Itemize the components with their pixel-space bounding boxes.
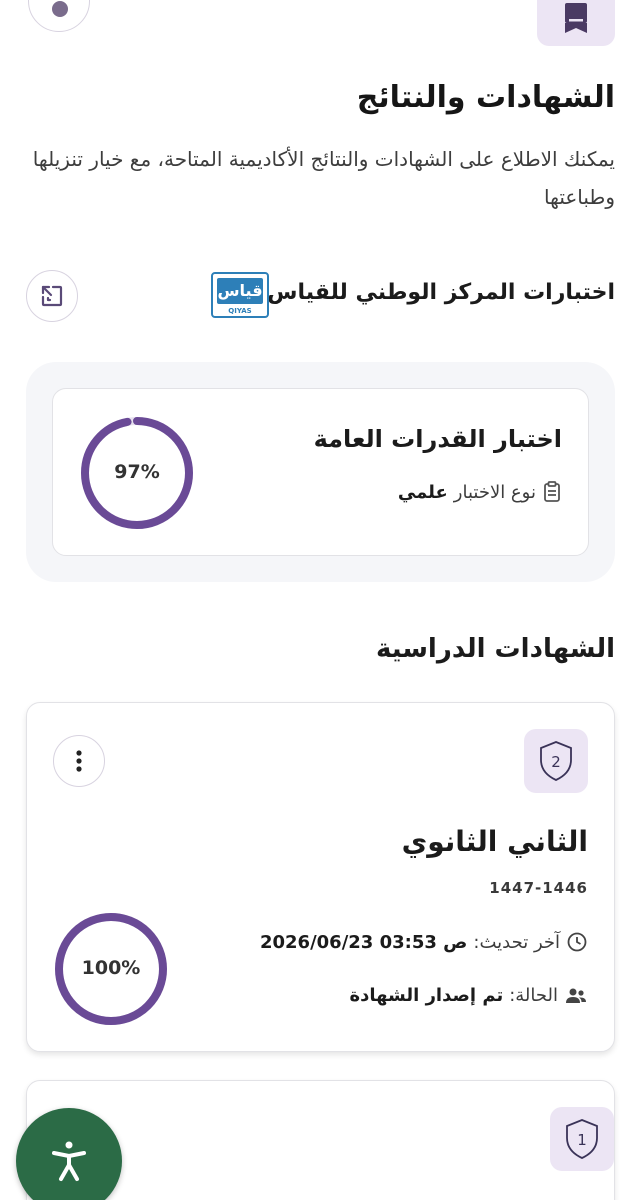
qiyas-section-title: اختبارات المركز الوطني للقياس <box>267 280 615 305</box>
page-title: الشهادات والنتائج <box>356 80 615 115</box>
certificate-icon <box>565 3 587 33</box>
updated-label: آخر تحديث: <box>473 931 560 953</box>
clipboard-icon <box>542 481 562 503</box>
test-card[interactable]: اختبار القدرات العامة نوع الاختبار علمي … <box>52 388 589 556</box>
certificate-status: الحالة: تم إصدار الشهادة <box>350 985 588 1006</box>
test-name: اختبار القدرات العامة <box>313 425 562 453</box>
test-type: نوع الاختبار علمي <box>398 481 562 503</box>
grade-badge: 1 <box>550 1107 614 1171</box>
test-type-label: نوع الاختبار <box>453 481 536 503</box>
test-score-ring: 97% <box>79 415 195 531</box>
certificate-icon-badge <box>537 0 615 46</box>
clock-icon <box>566 931 588 953</box>
certificate-score-ring: 100% <box>53 911 169 1027</box>
certificate-score-percent: 100% <box>81 957 141 979</box>
shield-icon: 2 <box>540 741 572 781</box>
qiyas-section-header: اختبارات المركز الوطني للقياس قياس QIYAS <box>26 270 615 322</box>
certificate-updated: آخر تحديث: 2026/06/23 03:53 ص <box>260 931 588 953</box>
test-type-value: علمي <box>397 481 448 503</box>
users-icon <box>564 986 588 1006</box>
grade-badge-number: 2 <box>551 753 561 771</box>
top-bar <box>0 0 643 50</box>
add-icon <box>52 1 68 17</box>
grade-badge-number: 1 <box>577 1131 587 1149</box>
more-options-button[interactable] <box>53 735 105 787</box>
page-description: يمكنك الاطلاع على الشهادات والنتائج الأك… <box>32 147 615 209</box>
certificate-name: الثاني الثانوي <box>401 825 588 858</box>
qiyas-logo-text: قياس <box>217 281 263 300</box>
expand-icon <box>41 285 63 307</box>
qiyas-logo: قياس QIYAS <box>211 272 269 318</box>
certificates-section-title: الشهادات الدراسية <box>375 634 615 664</box>
accessibility-icon <box>52 1141 86 1181</box>
status-value: تم إصدار الشهادة <box>349 985 504 1006</box>
certificate-year: 1447-1446 <box>489 879 588 897</box>
certificate-card[interactable]: 2 الثاني الثانوي 1447-1446 آخر تحديث: 20… <box>26 702 615 1052</box>
updated-value: 2026/06/23 03:53 ص <box>259 931 468 953</box>
expand-button[interactable] <box>26 270 78 322</box>
kebab-menu-icon <box>76 750 82 772</box>
qiyas-logo-caption: QIYAS <box>228 307 252 315</box>
test-score-percent: 97% <box>114 461 160 483</box>
shield-icon: 1 <box>566 1119 598 1159</box>
status-label: الحالة: <box>509 985 558 1006</box>
grade-badge: 2 <box>524 729 588 793</box>
add-button[interactable] <box>28 0 90 32</box>
qiyas-tests-panel: اختبار القدرات العامة نوع الاختبار علمي … <box>26 362 615 582</box>
